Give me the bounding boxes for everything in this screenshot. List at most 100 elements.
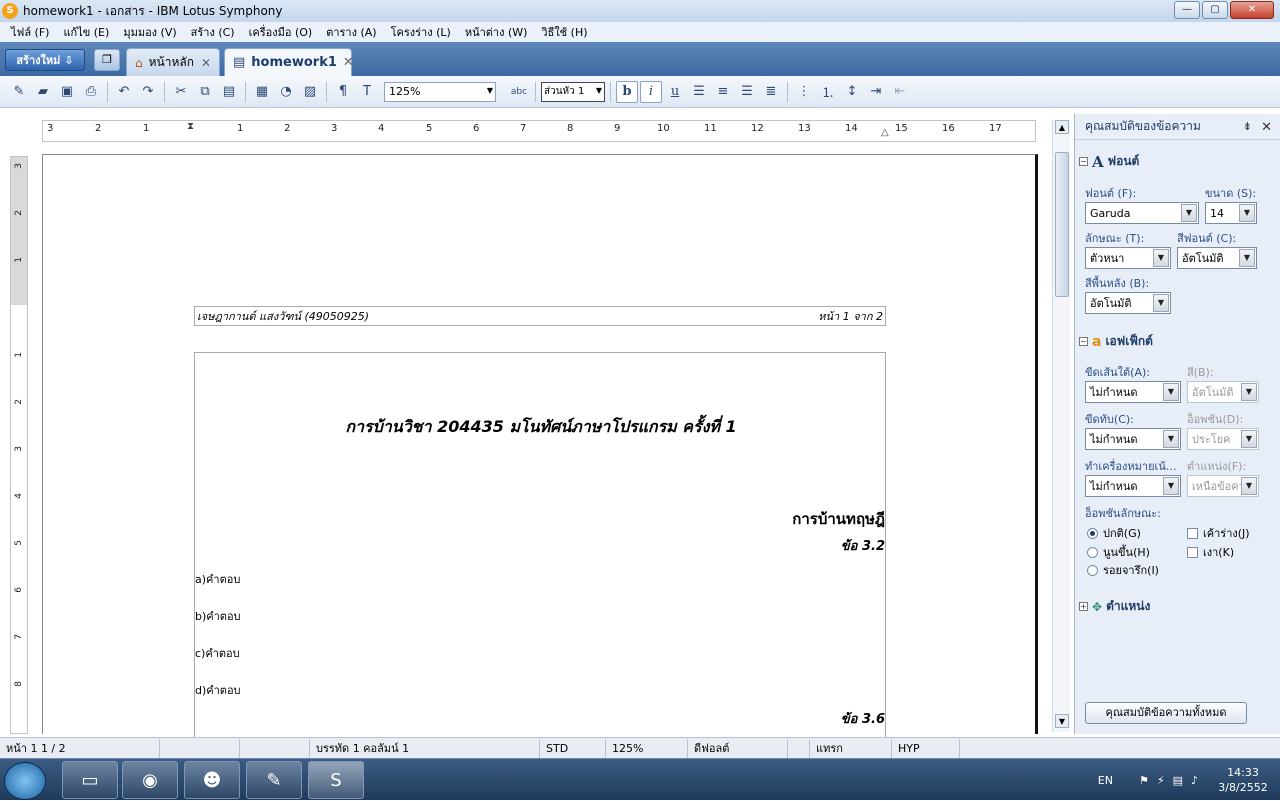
- zoom-select[interactable]: 125% ▼: [384, 81, 496, 102]
- save-icon[interactable]: ▣: [56, 81, 78, 103]
- network-icon[interactable]: ▤: [1173, 774, 1183, 787]
- scroll-down-icon[interactable]: ▼: [1055, 714, 1069, 728]
- window-list-icon[interactable]: ❐: [94, 49, 120, 71]
- checkbox-shadow[interactable]: เงา(K): [1187, 543, 1234, 561]
- print-icon[interactable]: ⎙: [80, 81, 102, 103]
- menu-help[interactable]: วิธีใช้ (H): [534, 23, 594, 41]
- menu-edit[interactable]: แก้ไข (E): [56, 23, 116, 41]
- explorer-folder-icon[interactable]: ▭: [62, 761, 118, 799]
- firefox-icon[interactable]: ◉: [122, 761, 178, 799]
- text-frame-icon[interactable]: T: [356, 81, 378, 103]
- underline-select[interactable]: ไม่กำหนด ▼: [1085, 381, 1181, 403]
- all-text-properties-button[interactable]: คุณสมบัติข้อความทั้งหมด: [1085, 702, 1247, 724]
- chart-icon[interactable]: ◔: [275, 81, 297, 103]
- justify-icon[interactable]: ≣: [760, 81, 782, 103]
- size-select[interactable]: 14 ▼: [1205, 202, 1257, 224]
- decrease-indent-icon[interactable]: ⇤: [889, 81, 911, 103]
- zoom-value: 125%: [389, 85, 421, 98]
- close-tab-icon[interactable]: ✕: [201, 56, 211, 70]
- menu-window[interactable]: หน้าต่าง (W): [458, 23, 535, 41]
- status-hyphenation[interactable]: HYP: [892, 738, 960, 758]
- menu-layout[interactable]: โครงร่าง (L): [384, 23, 458, 41]
- panel-menu-icon[interactable]: ⇟: [1243, 120, 1252, 133]
- collapse-icon[interactable]: −: [1079, 337, 1088, 346]
- underline-button[interactable]: u: [664, 81, 686, 103]
- radio-raised[interactable]: นูนขึ้น(H): [1087, 543, 1150, 561]
- open-folder-icon[interactable]: ▰: [32, 81, 54, 103]
- page-body[interactable]: การบ้านวิชา 204435 มโนทัศน์ภาษาโปรแกรม ค…: [194, 352, 886, 752]
- paste-icon[interactable]: ▤: [218, 81, 240, 103]
- lotus-symphony-taskbar-icon[interactable]: S: [308, 761, 364, 799]
- tab-home[interactable]: ⌂ หน้าหลัก ✕: [126, 48, 220, 76]
- strikethrough-option-select: ประโยค ▼: [1187, 428, 1259, 450]
- menu-file[interactable]: ไฟล์ (F): [4, 23, 56, 41]
- paragraph-style-select[interactable]: ส่วนหัว 1 ▼: [541, 81, 605, 102]
- language-indicator[interactable]: EN: [1098, 774, 1113, 787]
- horizontal-ruler[interactable]: 3 2 1 1 2 3 4 5 6 7 8 9 10 11 12 13 14 1…: [42, 120, 1036, 142]
- page-header[interactable]: เจษฎากานต์ แสงวัฑน์ (49050925) หน้า 1 จา…: [194, 306, 886, 326]
- vertical-ruler[interactable]: 3 2 1 1 2 3 4 5 6 7 8: [10, 156, 28, 734]
- close-tab-icon[interactable]: ✕: [343, 55, 354, 70]
- tab-document[interactable]: ▤ homework1 ✕: [224, 48, 354, 76]
- paint-palette-icon[interactable]: ✎: [246, 761, 302, 799]
- align-left-icon[interactable]: ☰: [688, 81, 710, 103]
- cut-icon[interactable]: ✂: [170, 81, 192, 103]
- expand-icon[interactable]: +: [1079, 602, 1088, 611]
- close-panel-icon[interactable]: ✕: [1261, 120, 1272, 135]
- emphasis-select[interactable]: ไม่กำหนด ▼: [1085, 475, 1181, 497]
- alien-app-icon[interactable]: ☻: [184, 761, 240, 799]
- numbered-list-icon[interactable]: ⒈: [817, 81, 839, 103]
- radio-normal[interactable]: ปกติ(G): [1087, 524, 1141, 542]
- italic-button[interactable]: i: [640, 80, 662, 103]
- menu-create[interactable]: สร้าง (C): [184, 23, 242, 41]
- maximize-button[interactable]: ▢: [1202, 1, 1228, 19]
- bullet-list-icon[interactable]: ⋮: [793, 81, 815, 103]
- new-button[interactable]: สร้างใหม่ ⇩: [5, 49, 85, 71]
- document-page[interactable]: เจษฎากานต์ แสงวัฑน์ (49050925) หน้า 1 จา…: [42, 154, 1038, 752]
- scrollbar-thumb[interactable]: [1055, 152, 1069, 297]
- menu-tools[interactable]: เครื่องมือ (O): [242, 23, 320, 41]
- align-right-icon[interactable]: ☰: [736, 81, 758, 103]
- status-zoom[interactable]: 125%: [606, 738, 688, 758]
- align-center-icon[interactable]: ≡: [712, 81, 734, 103]
- style-select[interactable]: ตัวหนา ▼: [1085, 247, 1171, 269]
- vertical-scrollbar[interactable]: ▲ ▼: [1052, 120, 1070, 732]
- menu-view[interactable]: มุมมอง (V): [116, 23, 183, 41]
- bold-button[interactable]: b: [616, 80, 638, 103]
- strikethrough-select[interactable]: ไม่กำหนด ▼: [1085, 428, 1181, 450]
- background-select[interactable]: อัตโนมัติ ▼: [1085, 292, 1171, 314]
- copy-icon[interactable]: ⧉: [194, 81, 216, 103]
- undo-icon[interactable]: ↶: [113, 81, 135, 103]
- increase-indent-icon[interactable]: ⇥: [865, 81, 887, 103]
- status-insert[interactable]: แทรก: [810, 738, 892, 758]
- collapse-icon[interactable]: −: [1079, 157, 1088, 166]
- position-section-header[interactable]: + ✥ ตำแหน่ง: [1079, 597, 1150, 616]
- right-margin-marker-icon[interactable]: △: [881, 127, 889, 138]
- start-button[interactable]: [4, 762, 46, 800]
- clock[interactable]: 14:33 3/8/2552: [1206, 765, 1280, 795]
- scroll-up-icon[interactable]: ▲: [1055, 120, 1069, 134]
- menu-table[interactable]: ตาราง (A): [319, 23, 383, 41]
- table-icon[interactable]: ▦: [251, 81, 273, 103]
- volume-icon[interactable]: ♪: [1191, 774, 1198, 787]
- redo-icon[interactable]: ↷: [137, 81, 159, 103]
- spellcheck-icon[interactable]: abc: [508, 81, 530, 103]
- line-spacing-icon[interactable]: ↕: [841, 81, 863, 103]
- checkbox-outline[interactable]: เค้าร่าง(J): [1187, 524, 1250, 542]
- font-select[interactable]: Garuda ▼: [1085, 202, 1199, 224]
- ruler-tick: 14: [845, 123, 858, 134]
- font-section-header[interactable]: − A ฟอนต์: [1079, 152, 1139, 171]
- close-button[interactable]: ✕: [1230, 1, 1274, 19]
- effects-section-header[interactable]: − a เอฟเฟ็กต์: [1079, 332, 1153, 351]
- radio-engraved[interactable]: รอยจารึก(I): [1087, 561, 1159, 579]
- status-mode[interactable]: STD: [540, 738, 606, 758]
- window-title: homework1 - เอกสาร - IBM Lotus Symphony: [23, 3, 283, 18]
- formatting-marks-icon[interactable]: ¶: [332, 81, 354, 103]
- power-icon[interactable]: ⚡: [1157, 774, 1165, 787]
- image-icon[interactable]: ▨: [299, 81, 321, 103]
- font-color-select[interactable]: อัตโนมัติ ▼: [1177, 247, 1257, 269]
- indent-marker-icon[interactable]: ⧗: [187, 121, 194, 132]
- minimize-button[interactable]: —: [1174, 1, 1200, 19]
- new-document-icon[interactable]: ✎: [8, 81, 30, 103]
- flag-icon[interactable]: ⚑: [1139, 774, 1149, 787]
